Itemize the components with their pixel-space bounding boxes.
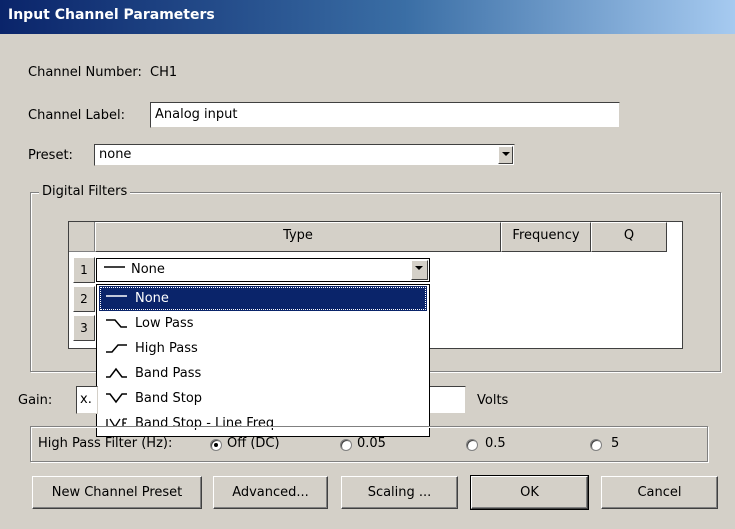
band-pass-icon	[106, 367, 127, 378]
radio-0-5[interactable]	[466, 439, 478, 451]
option-band-pass-label: Band Pass	[135, 366, 202, 381]
option-band-pass[interactable]: Band Pass	[99, 361, 427, 386]
option-high-pass-label: High Pass	[135, 341, 198, 356]
filter-none-icon	[106, 295, 127, 297]
column-header-type[interactable]: Type	[95, 222, 501, 252]
preset-dropdown[interactable]: none	[94, 144, 515, 166]
channel-number-value: CH1	[150, 65, 178, 80]
radio-5[interactable]	[590, 439, 602, 451]
option-low-pass[interactable]: Low Pass	[99, 311, 427, 336]
filter-type-value: None	[131, 262, 165, 277]
gain-caption: Gain:	[18, 393, 53, 408]
gain-units: Volts	[477, 393, 509, 408]
row-header-2[interactable]: 2	[73, 286, 95, 312]
option-band-stop-label: Band Stop	[135, 391, 203, 406]
filter-type-dropdown-row1[interactable]: None	[96, 258, 430, 282]
radio-0-5-label: 0.5	[485, 436, 506, 451]
channel-label-input[interactable]: Analog input	[150, 102, 620, 128]
high-pass-icon	[106, 344, 127, 353]
row-header-3[interactable]: 3	[73, 315, 95, 341]
channel-label-caption: Channel Label:	[28, 108, 125, 123]
radio-off-dc[interactable]	[210, 439, 222, 451]
title-bar: Input Channel Parameters	[0, 0, 735, 34]
filter-none-icon	[104, 266, 125, 268]
option-low-pass-label: Low Pass	[135, 316, 194, 331]
radio-0-05-label: 0.05	[357, 436, 386, 451]
channel-number-caption: Channel Number:	[28, 65, 142, 80]
channel-number-label: Channel Number: CH1	[28, 65, 177, 80]
preset-value: none	[99, 147, 132, 162]
cancel-button[interactable]: Cancel	[601, 476, 718, 509]
window-title: Input Channel Parameters	[8, 7, 215, 23]
new-channel-preset-button[interactable]: New Channel Preset	[32, 476, 202, 509]
gain-input[interactable]: x.	[76, 386, 98, 414]
high-pass-filter-caption: High Pass Filter (Hz):	[38, 436, 173, 451]
chevron-down-icon[interactable]	[498, 146, 513, 164]
table-corner	[69, 222, 95, 252]
column-header-frequency[interactable]: Frequency	[501, 222, 591, 252]
gain-value-field[interactable]	[430, 386, 466, 414]
filter-type-options-list[interactable]: None Low Pass High Pass Band Pass Band S…	[96, 284, 430, 437]
chevron-down-icon[interactable]	[411, 260, 428, 280]
radio-0-05[interactable]	[340, 439, 352, 451]
preset-caption: Preset:	[28, 148, 73, 163]
advanced-button[interactable]: Advanced...	[213, 476, 328, 509]
option-none[interactable]: None	[99, 286, 427, 311]
option-high-pass[interactable]: High Pass	[99, 336, 427, 361]
band-stop-icon	[106, 393, 127, 404]
digital-filters-legend: Digital Filters	[39, 184, 131, 199]
radio-off-dc-label: Off (DC)	[227, 436, 280, 451]
column-header-q[interactable]: Q	[591, 222, 667, 252]
scaling-button[interactable]: Scaling ...	[341, 476, 458, 509]
row-header-1[interactable]: 1	[73, 257, 95, 283]
low-pass-icon	[106, 319, 127, 328]
ok-button[interactable]: OK	[470, 475, 589, 510]
radio-5-label: 5	[611, 436, 620, 451]
option-band-stop[interactable]: Band Stop	[99, 386, 427, 411]
option-none-label: None	[135, 291, 169, 306]
